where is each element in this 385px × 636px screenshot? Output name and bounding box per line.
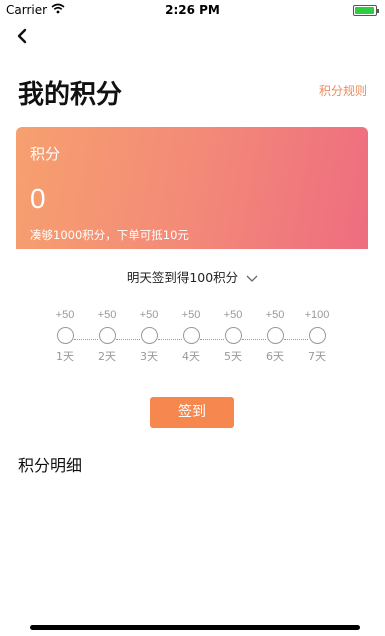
day-bonus: +50 bbox=[181, 309, 201, 321]
day-bonus: +50 bbox=[97, 309, 117, 321]
day-label: 2天 bbox=[98, 350, 116, 363]
day-label: 5天 bbox=[224, 350, 242, 363]
day-label: 7天 bbox=[308, 350, 326, 363]
day-circle bbox=[98, 327, 116, 344]
back-button[interactable] bbox=[12, 24, 34, 48]
day-circle bbox=[266, 327, 284, 344]
tomorrow-reward-dropdown[interactable]: 明天签到得100积分 bbox=[0, 267, 385, 286]
points-hint: 凑够1000积分，下单可抵10元 bbox=[30, 228, 189, 242]
day-label: 6天 bbox=[266, 350, 284, 363]
checkin-day: +50 5天 bbox=[215, 309, 251, 364]
day-bonus: +50 bbox=[55, 309, 75, 321]
checkin-day: +50 4天 bbox=[173, 309, 209, 364]
tomorrow-reward-text: 明天签到得100积分 bbox=[126, 270, 239, 285]
points-value: 0 bbox=[30, 183, 46, 214]
points-label: 积分 bbox=[30, 145, 61, 163]
day-circle bbox=[56, 327, 74, 344]
day-circle bbox=[308, 327, 326, 344]
day-bonus: +50 bbox=[223, 309, 243, 321]
home-indicator[interactable] bbox=[30, 625, 360, 630]
checkin-day: +100 7天 bbox=[299, 309, 335, 364]
day-label: 3天 bbox=[140, 350, 158, 363]
status-bar: Carrier 2:26 PM bbox=[0, 0, 385, 20]
day-circle bbox=[182, 327, 200, 344]
points-rules-link[interactable]: 积分规则 bbox=[319, 82, 367, 99]
chevron-down-icon bbox=[246, 271, 258, 286]
checkin-day: +50 3天 bbox=[131, 309, 167, 364]
day-circle bbox=[140, 327, 158, 344]
battery-icon bbox=[353, 5, 379, 16]
day-bonus: +50 bbox=[265, 309, 285, 321]
checkin-day: +50 6天 bbox=[257, 309, 293, 364]
status-time: 2:26 PM bbox=[165, 3, 220, 17]
day-circle bbox=[224, 327, 242, 344]
day-label: 4天 bbox=[182, 350, 200, 363]
points-card: 积分 0 凑够1000积分，下单可抵10元 bbox=[16, 127, 368, 249]
day-connector bbox=[74, 339, 98, 340]
day-connector bbox=[284, 339, 308, 340]
checkin-days: +50 1天 +50 2天 +50 3天 +50 4天 +50 5天 +50 6… bbox=[0, 309, 385, 371]
day-connector bbox=[242, 339, 266, 340]
sign-in-button[interactable]: 签到 bbox=[150, 397, 234, 428]
points-detail-title: 积分明细 bbox=[18, 456, 83, 475]
page-title: 我的积分 bbox=[18, 80, 123, 110]
day-bonus: +100 bbox=[304, 309, 330, 321]
checkin-day: +50 2天 bbox=[89, 309, 125, 364]
chevron-left-icon bbox=[17, 28, 27, 44]
day-connector bbox=[158, 339, 182, 340]
day-connector bbox=[116, 339, 140, 340]
day-connector bbox=[200, 339, 224, 340]
checkin-day: +50 1天 bbox=[47, 309, 83, 364]
day-bonus: +50 bbox=[139, 309, 159, 321]
day-label: 1天 bbox=[56, 350, 74, 363]
